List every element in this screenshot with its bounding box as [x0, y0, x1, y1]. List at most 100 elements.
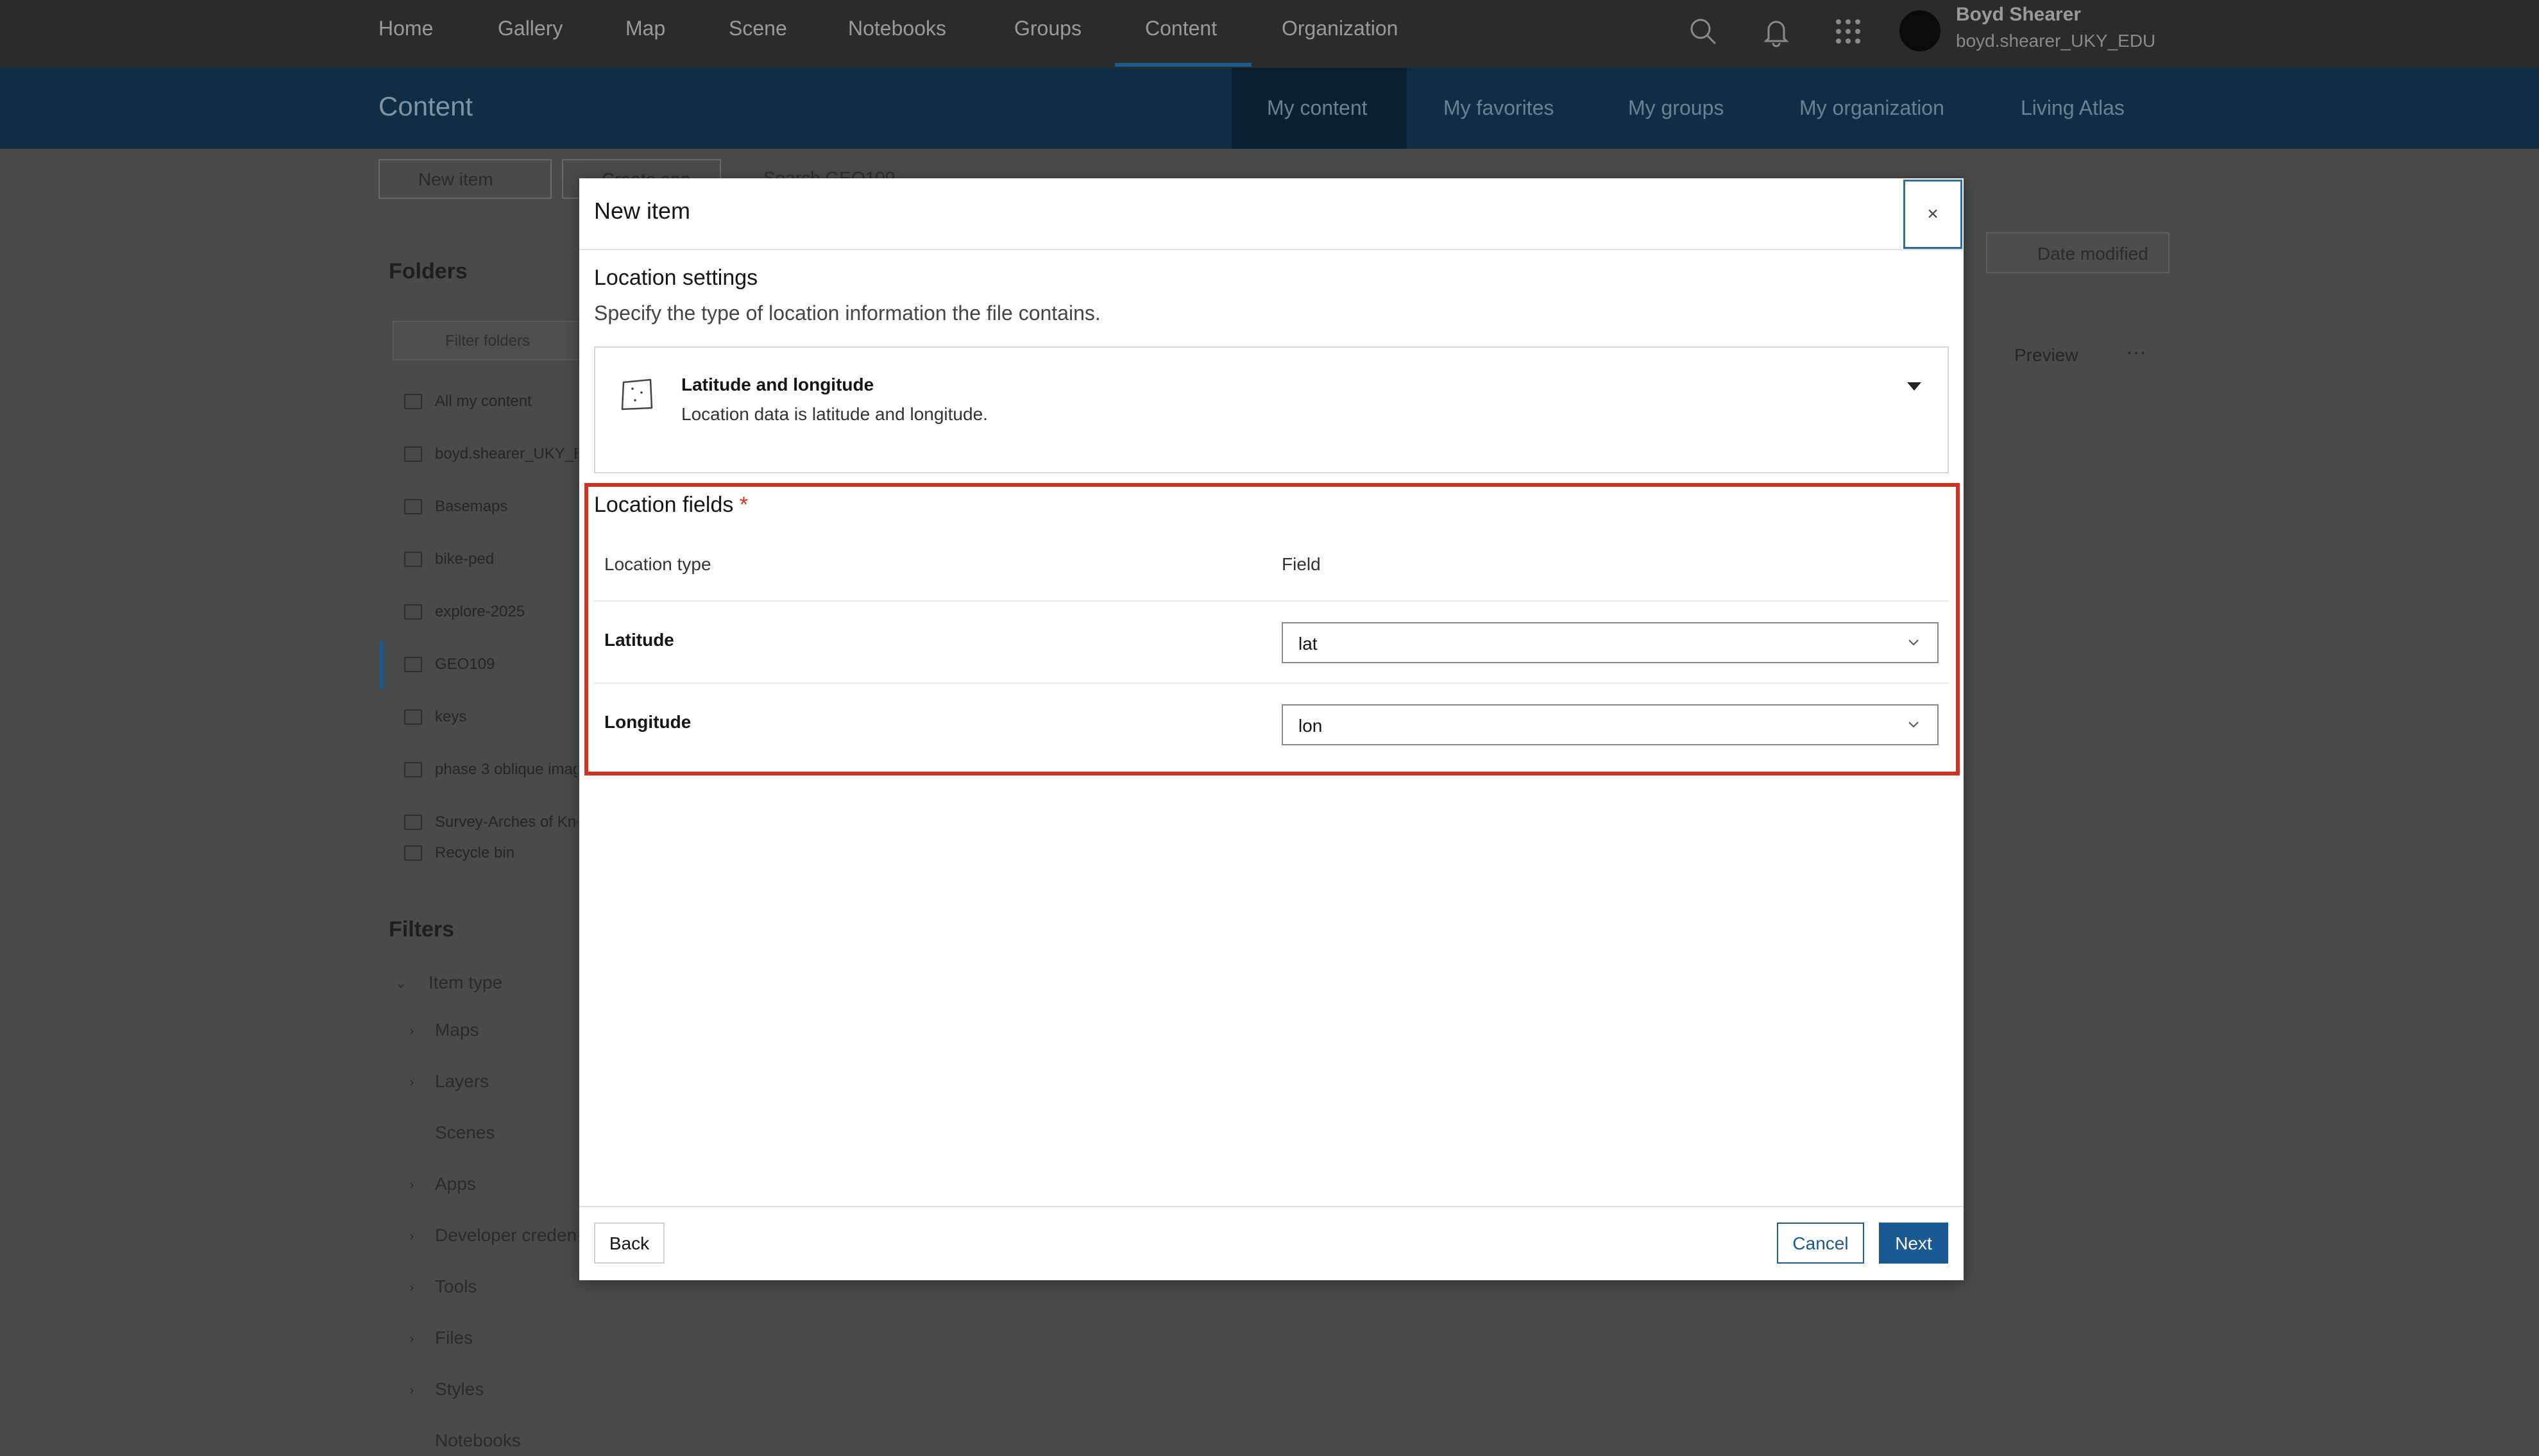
- preview-toggle[interactable]: Preview: [2014, 345, 2078, 366]
- chevron-down-icon: [1908, 722, 1919, 728]
- folder-explore-2025[interactable]: explore-2025: [435, 603, 525, 621]
- chevron-down-icon: [1908, 639, 1919, 646]
- nav-map[interactable]: Map: [625, 17, 665, 40]
- user-id: boyd.shearer_UKY_EDU: [1956, 31, 2156, 51]
- close-icon: ×: [1927, 203, 1939, 224]
- folders-heading: Folders: [389, 259, 468, 284]
- new-item-button[interactable]: New item: [378, 159, 552, 199]
- nav-content[interactable]: Content: [1145, 17, 1217, 40]
- dialog-footer-divider: [579, 1206, 1964, 1207]
- tab-living-atlas[interactable]: Living Atlas: [2021, 96, 2125, 120]
- row-divider: [594, 600, 1949, 602]
- folder-bike-ped[interactable]: bike-ped: [435, 550, 494, 568]
- folder-icon: [404, 657, 422, 672]
- filter-tools[interactable]: Tools: [435, 1276, 477, 1297]
- back-label: Back: [609, 1233, 650, 1253]
- content-header: Content My content My favorites My group…: [0, 68, 2539, 149]
- longitude-field-value: lon: [1298, 716, 1323, 736]
- tab-my-favorites[interactable]: My favorites: [1443, 96, 1554, 120]
- filter-apps[interactable]: Apps: [435, 1174, 476, 1194]
- nav-gallery[interactable]: Gallery: [498, 17, 563, 40]
- caret-down-icon[interactable]: [1907, 382, 1921, 391]
- bell-icon[interactable]: [1760, 15, 1792, 47]
- longitude-field-select[interactable]: lon: [1282, 704, 1939, 745]
- cancel-button[interactable]: Cancel: [1777, 1223, 1864, 1264]
- folder-icon: [404, 815, 422, 830]
- filter-files[interactable]: Files: [435, 1328, 473, 1348]
- column-header-location-type: Location type: [604, 554, 711, 574]
- page-title: Content: [378, 91, 473, 121]
- nav-organization[interactable]: Organization: [1282, 17, 1398, 40]
- folder-icon: [404, 552, 422, 567]
- nav-groups[interactable]: Groups: [1014, 17, 1082, 40]
- search-icon[interactable]: [1687, 15, 1719, 47]
- nav-notebooks[interactable]: Notebooks: [848, 17, 946, 40]
- sort-label: Date modified: [2037, 244, 2148, 264]
- folder-phase3[interactable]: phase 3 oblique imagery: [435, 761, 577, 779]
- folder-recycle-bin[interactable]: Recycle bin: [435, 844, 514, 862]
- nav-active-indicator: [1115, 63, 1252, 67]
- location-option-description: Location data is latitude and longitude.: [681, 404, 988, 424]
- next-label: Next: [1895, 1233, 1932, 1253]
- folder-icon: [404, 762, 422, 777]
- avatar[interactable]: [1899, 10, 1940, 51]
- dialog-header-divider: [579, 249, 1964, 250]
- map-pin-icon: [621, 378, 653, 411]
- filter-maps[interactable]: Maps: [435, 1020, 479, 1040]
- filter-notebooks[interactable]: Notebooks: [435, 1430, 521, 1451]
- top-navigation-bar: Home Gallery Map Scene Notebooks Groups …: [0, 0, 2539, 68]
- chevron-right-icon[interactable]: ›: [409, 1022, 414, 1039]
- filter-item-type[interactable]: Item type: [429, 972, 502, 993]
- location-fields-title: Location fields *: [594, 493, 748, 518]
- filter-folders-input[interactable]: Filter folders: [393, 321, 585, 360]
- tab-my-content[interactable]: My content: [1267, 96, 1368, 120]
- folder-geo109[interactable]: GEO109: [435, 656, 495, 673]
- folder-icon: [404, 499, 422, 514]
- user-name[interactable]: Boyd Shearer: [1956, 4, 2081, 26]
- cancel-label: Cancel: [1792, 1233, 1849, 1253]
- folder-basemaps[interactable]: Basemaps: [435, 498, 507, 516]
- latitude-field-value: lat: [1298, 634, 1318, 654]
- folder-icon: [404, 709, 422, 725]
- filter-scenes[interactable]: Scenes: [435, 1122, 495, 1143]
- filter-developer-credentials[interactable]: Developer credentials: [435, 1225, 577, 1246]
- folder-icon: [404, 394, 422, 409]
- new-item-dialog: New item × Location settings Specify the…: [579, 178, 1964, 1280]
- location-settings-description: Specify the type of location information…: [594, 301, 1101, 325]
- location-fields-title-text: Location fields: [594, 493, 734, 517]
- apps-grid-icon[interactable]: [1832, 15, 1864, 47]
- folder-survey-arches[interactable]: Survey-Arches of Knowledge: [435, 813, 577, 831]
- new-item-label: New item: [418, 169, 493, 189]
- chevron-down-icon[interactable]: ⌄: [395, 975, 407, 992]
- sort-button[interactable]: Date modified: [1986, 232, 2170, 273]
- latitude-label: Latitude: [604, 630, 674, 650]
- home-folder-icon: [404, 446, 422, 462]
- location-type-dropdown[interactable]: Latitude and longitude Location data is …: [594, 346, 1949, 473]
- recycle-bin-icon: [404, 845, 422, 861]
- tab-my-organization[interactable]: My organization: [1799, 96, 1944, 120]
- chevron-right-icon[interactable]: ›: [409, 1074, 414, 1090]
- next-button[interactable]: Next: [1879, 1223, 1948, 1264]
- chevron-right-icon[interactable]: ›: [409, 1228, 414, 1244]
- filter-styles[interactable]: Styles: [435, 1379, 484, 1400]
- latitude-field-select[interactable]: lat: [1282, 622, 1939, 663]
- back-button[interactable]: Back: [594, 1223, 665, 1264]
- folder-all-content[interactable]: All my content: [435, 393, 532, 411]
- filter-layers[interactable]: Layers: [435, 1071, 489, 1092]
- nav-scene[interactable]: Scene: [729, 17, 787, 40]
- chevron-right-icon[interactable]: ›: [409, 1382, 414, 1398]
- close-button[interactable]: ×: [1903, 180, 1962, 249]
- chevron-right-icon[interactable]: ›: [409, 1279, 414, 1296]
- filters-heading: Filters: [389, 917, 455, 942]
- chevron-right-icon[interactable]: ›: [409, 1330, 414, 1347]
- folder-keys[interactable]: keys: [435, 708, 466, 726]
- longitude-label: Longitude: [604, 712, 692, 732]
- chevron-right-icon[interactable]: ›: [409, 1176, 414, 1193]
- nav-home[interactable]: Home: [378, 17, 433, 40]
- location-option-title: Latitude and longitude: [681, 375, 874, 394]
- more-options-icon[interactable]: ···: [2126, 340, 2146, 364]
- dialog-title: New item: [594, 198, 691, 224]
- tab-my-groups[interactable]: My groups: [1628, 96, 1724, 120]
- folder-user-root[interactable]: boyd.shearer_UKY_EDU: [435, 445, 577, 463]
- row-divider: [594, 682, 1949, 684]
